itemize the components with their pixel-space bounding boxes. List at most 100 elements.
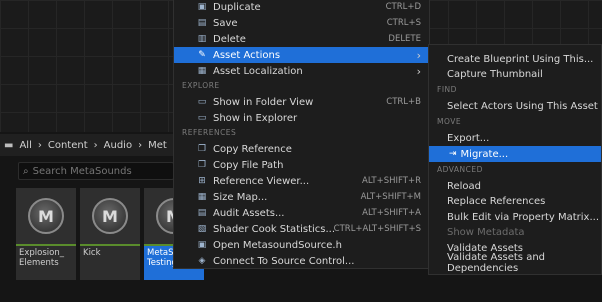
- submenu-item-export[interactable]: Export...: [429, 130, 601, 146]
- menu-item-label: Export...: [447, 132, 490, 144]
- metasound-logo-icon: M: [92, 198, 128, 234]
- breadcrumb-folder-icon: ▬: [4, 139, 14, 151]
- breadcrumb-item-all[interactable]: All: [19, 140, 31, 151]
- menu-item-copy-reference[interactable]: ❐ Copy Reference: [174, 141, 429, 157]
- asset-thumbnail: M: [80, 188, 140, 244]
- source-control-icon: ◈: [198, 256, 206, 266]
- menu-item-shortcut: CTRL+B: [386, 97, 421, 107]
- menu-item-shortcut: CTRL+ALT+SHIFT+S: [333, 224, 421, 234]
- menu-item-size-map[interactable]: ▦ Size Map... ALT+SHIFT+M: [174, 189, 429, 205]
- menu-item-label: Open MetasoundSource.h: [213, 239, 342, 251]
- menu-item-label: Select Actors Using This Asset: [447, 100, 598, 112]
- asset-type-strip: [80, 244, 140, 246]
- folder-icon: ▭: [197, 97, 207, 107]
- menu-item-label: Asset Actions: [213, 49, 281, 61]
- menu-item-shortcut: CTRL+S: [386, 18, 421, 28]
- source-file-icon: ▣: [197, 240, 207, 250]
- asset-label: Kick: [83, 248, 101, 258]
- section-header-find: FIND: [437, 85, 457, 94]
- asset-type-strip: [16, 244, 76, 246]
- menu-item-label: Capture Thumbnail: [447, 68, 543, 80]
- menu-item-duplicate[interactable]: ▣ Duplicate CTRL+D: [174, 0, 429, 15]
- asset-tile-kick[interactable]: M Kick: [80, 188, 140, 280]
- menu-item-show-in-explorer[interactable]: ▭ Show in Explorer: [174, 110, 429, 126]
- menu-item-label: Copy File Path: [213, 159, 284, 171]
- breadcrumb-item-metasounds[interactable]: Met: [148, 140, 167, 151]
- menu-item-asset-actions[interactable]: ✎ Asset Actions ›: [174, 47, 429, 63]
- menu-item-shortcut: ALT+SHIFT+M: [360, 192, 421, 202]
- shader-stats-icon: ▧: [197, 224, 207, 234]
- save-icon: ▤: [197, 18, 207, 28]
- menu-item-shortcut: ALT+SHIFT+R: [362, 176, 421, 186]
- delete-icon: ▥: [197, 34, 207, 44]
- submenu-item-bulk-edit[interactable]: Bulk Edit via Property Matrix...: [429, 209, 601, 225]
- menu-item-save[interactable]: ▤ Save CTRL+S: [174, 15, 429, 31]
- submenu-item-migrate[interactable]: ⇥ Migrate...: [429, 146, 601, 162]
- search-input[interactable]: [28, 164, 165, 178]
- duplicate-icon: ▣: [197, 2, 207, 12]
- menu-item-label: Audit Assets...: [213, 207, 285, 219]
- asset-actions-submenu: Create Blueprint Using This... Capture T…: [428, 44, 602, 275]
- section-header-explore: EXPLORE: [182, 81, 220, 90]
- submenu-item-show-metadata: Show Metadata: [429, 224, 601, 240]
- breadcrumb-item-content[interactable]: Content: [48, 140, 88, 151]
- menu-item-label: Delete: [213, 33, 246, 45]
- menu-item-label: Size Map...: [213, 191, 268, 203]
- file-path-icon: ❐: [197, 160, 207, 170]
- menu-item-shader-cook-statistics[interactable]: ▧ Shader Cook Statistics... CTRL+ALT+SHI…: [174, 221, 429, 237]
- metasound-logo-icon: M: [28, 198, 64, 234]
- audit-icon: ▤: [197, 208, 207, 218]
- menu-item-label: Reference Viewer...: [213, 175, 310, 187]
- size-map-icon: ▦: [197, 192, 207, 202]
- menu-item-shortcut: CTRL+D: [385, 2, 421, 12]
- submenu-item-validate-dependencies[interactable]: Validate Assets and Dependencies: [429, 252, 601, 274]
- chevron-right-icon: ›: [416, 48, 421, 62]
- breadcrumb-item-audio[interactable]: Audio: [104, 140, 132, 151]
- explorer-icon: ▭: [197, 113, 207, 123]
- submenu-item-capture-thumbnail[interactable]: Capture Thumbnail: [429, 66, 601, 82]
- menu-item-connect-source-control[interactable]: ◈ Connect To Source Control...: [174, 253, 429, 269]
- chevron-right-icon: ›: [416, 64, 421, 78]
- submenu-item-select-actors[interactable]: Select Actors Using This Asset: [429, 98, 601, 114]
- asset-tile-explosion[interactable]: M Explosion_ Elements: [16, 188, 76, 280]
- menu-item-delete[interactable]: ▥ Delete DELETE: [174, 31, 429, 47]
- asset-label: Explosion_ Elements: [19, 248, 64, 268]
- reference-viewer-icon: ⊞: [198, 176, 206, 186]
- menu-item-asset-localization[interactable]: ▦ Asset Localization ›: [174, 63, 429, 79]
- menu-item-label: Save: [213, 17, 238, 29]
- section-header-move: MOVE: [437, 117, 462, 126]
- menu-item-copy-file-path[interactable]: ❐ Copy File Path: [174, 157, 429, 173]
- menu-item-label: Show Metadata: [447, 226, 525, 238]
- menu-item-label: Create Blueprint Using This...: [447, 53, 594, 65]
- copy-icon: ❐: [197, 144, 207, 154]
- submenu-item-reload[interactable]: Reload: [429, 178, 601, 194]
- menu-item-show-in-folder-view[interactable]: ▭ Show in Folder View CTRL+B: [174, 94, 429, 110]
- chevron-right-icon: ›: [138, 139, 143, 151]
- menu-item-label: Migrate...: [460, 148, 509, 160]
- menu-item-shortcut: ALT+SHIFT+A: [362, 208, 421, 218]
- search-box[interactable]: ⌕: [18, 162, 174, 180]
- localization-icon: ▦: [197, 66, 207, 76]
- section-header-references: REFERENCES: [182, 128, 237, 137]
- menu-item-audit-assets[interactable]: ▤ Audit Assets... ALT+SHIFT+A: [174, 205, 429, 221]
- menu-item-label: Reload: [447, 180, 482, 192]
- menu-item-label: Asset Localization: [213, 65, 303, 77]
- menu-item-label: Validate Assets and Dependencies: [447, 252, 546, 274]
- menu-item-label: Show in Explorer: [213, 112, 298, 124]
- chevron-right-icon: ›: [37, 139, 42, 151]
- section-header-advanced: ADVANCED: [437, 165, 483, 174]
- menu-item-reference-viewer[interactable]: ⊞ Reference Viewer... ALT+SHIFT+R: [174, 173, 429, 189]
- menu-item-label: Replace References: [447, 195, 546, 207]
- wrench-icon: ✎: [198, 50, 206, 60]
- menu-item-shortcut: DELETE: [388, 34, 421, 44]
- menu-item-label: Copy Reference: [213, 143, 292, 155]
- chevron-right-icon: ›: [93, 139, 98, 151]
- menu-item-label: Connect To Source Control...: [213, 255, 355, 267]
- menu-item-label: Show in Folder View: [213, 96, 314, 108]
- context-menu: ▣ Duplicate CTRL+D ▤ Save CTRL+S ▥ Delet…: [173, 0, 430, 269]
- menu-item-open-source-file[interactable]: ▣ Open MetasoundSource.h: [174, 237, 429, 253]
- menu-item-label: Shader Cook Statistics...: [213, 223, 336, 235]
- submenu-item-create-blueprint[interactable]: Create Blueprint Using This...: [429, 51, 601, 67]
- menu-item-label: Bulk Edit via Property Matrix...: [447, 211, 600, 223]
- submenu-item-replace-references[interactable]: Replace References: [429, 193, 601, 209]
